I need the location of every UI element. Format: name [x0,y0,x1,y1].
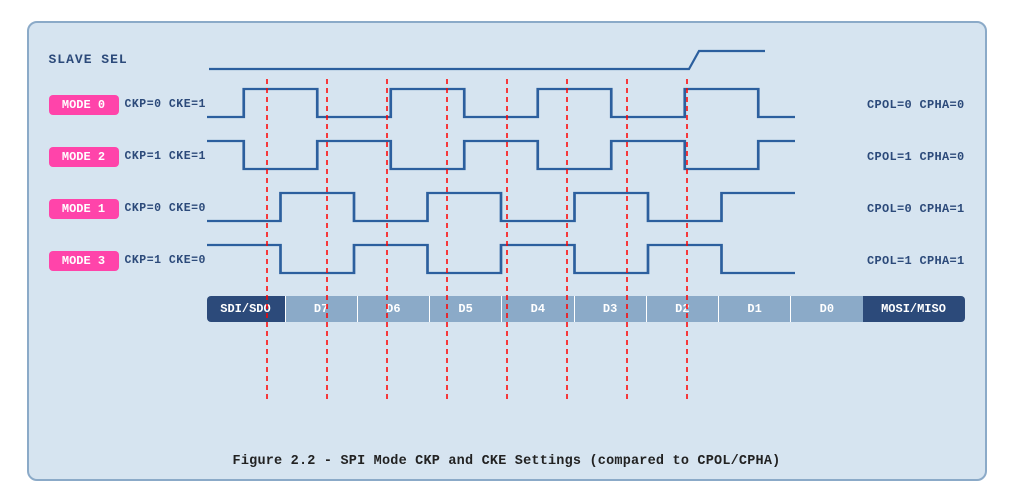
bit-d1: D1 [718,296,790,322]
diagram-container: SLAVE SEL MODE 0 CKP=0 CKE=1 CPOL=0 CPHA… [27,21,987,481]
mode0-wave [207,81,795,129]
mode3-wave [207,237,795,285]
bit-d2: D2 [646,296,718,322]
wave-row-mode3: MODE 3 CKP=1 CKE=0 CPOL=1 CPHA=1 [49,235,965,287]
bit-d6: D6 [357,296,429,322]
mode2-badge: MODE 2 [49,147,119,167]
mode2-cpol: CPOL=1 CPHA=0 [795,150,965,164]
mosi-label: MOSI/MISO [863,296,965,322]
bit-d0: D0 [790,296,862,322]
mode2-wave [207,133,795,181]
wave-row-mode0: MODE 0 CKP=0 CKE=1 CPOL=0 CPHA=0 [49,79,965,131]
figure-caption: Figure 2.2 - SPI Mode CKP and CKE Settin… [49,454,965,469]
slave-sel-wave [209,41,765,79]
slave-sel-row: SLAVE SEL [209,41,765,79]
mode1-badge: MODE 1 [49,199,119,219]
mode3-badge: MODE 3 [49,251,119,271]
bit-d5: D5 [429,296,501,322]
mode3-cpol: CPOL=1 CPHA=1 [795,254,965,268]
bit-d3: D3 [574,296,646,322]
mode0-ckp: CKP=0 CKE=1 [125,98,207,111]
mode0-badge: MODE 0 [49,95,119,115]
wave-row-mode1: MODE 1 CKP=0 CKE=0 CPOL=0 CPHA=1 [49,183,965,235]
mode1-wave [207,185,795,233]
mode1-ckp: CKP=0 CKE=0 [125,202,207,215]
diagram-area: SLAVE SEL MODE 0 CKP=0 CKE=1 CPOL=0 CPHA… [49,41,965,444]
wave-row-mode2: MODE 2 CKP=1 CKE=1 CPOL=1 CPHA=0 [49,131,965,183]
data-bits: D7 D6 D5 D4 D3 D2 D1 D0 [285,296,863,322]
mode3-ckp: CKP=1 CKE=0 [125,254,207,267]
bit-d7: D7 [285,296,357,322]
mode1-cpol: CPOL=0 CPHA=1 [795,202,965,216]
mode0-cpol: CPOL=0 CPHA=0 [795,98,965,112]
bit-d4: D4 [501,296,573,322]
mode2-ckp: CKP=1 CKE=1 [125,150,207,163]
sdi-label: SDI/SDO [207,296,285,322]
slave-sel-label: SLAVE SEL [49,52,128,67]
data-row: SDI/SDO D7 D6 D5 D4 D3 D2 D1 D0 MOSI/MIS… [49,291,965,327]
